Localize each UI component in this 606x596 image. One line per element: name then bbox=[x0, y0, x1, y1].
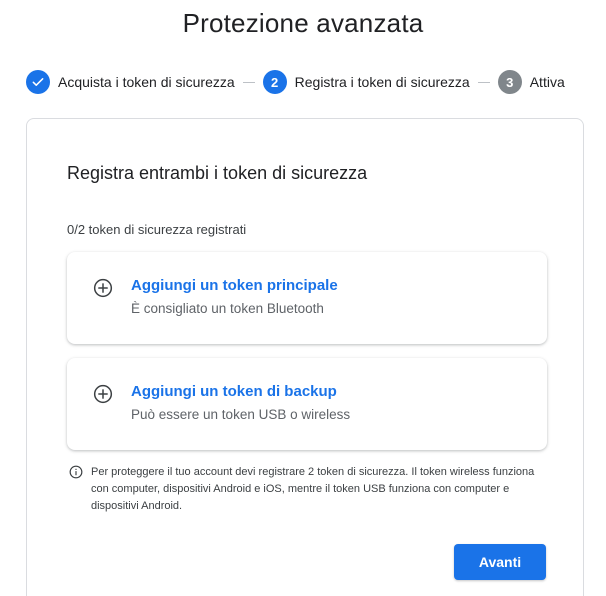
note-text: Per proteggere il tuo account devi regis… bbox=[91, 466, 535, 512]
step-purchase: Acquista i token di sicurezza bbox=[26, 70, 235, 94]
add-primary-token-button[interactable]: Aggiungi un token principale È consiglia… bbox=[67, 252, 547, 344]
step-divider bbox=[477, 81, 490, 83]
stepper: Acquista i token di sicurezza 2 Registra… bbox=[26, 69, 565, 95]
next-button[interactable]: Avanti bbox=[454, 544, 546, 580]
register-card: Registra entrambi i token di sicurezza 0… bbox=[26, 118, 584, 596]
add-circle-icon bbox=[93, 384, 113, 404]
step-divider bbox=[242, 81, 255, 83]
add-backup-token-button[interactable]: Aggiungi un token di backup Può essere u… bbox=[67, 358, 547, 450]
check-icon bbox=[26, 70, 50, 94]
step-number: 2 bbox=[262, 70, 287, 94]
add-circle-icon bbox=[93, 278, 113, 298]
step-label: Registra i token di sicurezza bbox=[294, 74, 470, 90]
step-register: 2 Registra i token di sicurezza bbox=[262, 70, 470, 94]
step-label: Acquista i token di sicurezza bbox=[58, 74, 235, 90]
step-number: 3 bbox=[497, 70, 522, 94]
option-title: Aggiungi un token di backup bbox=[131, 383, 337, 400]
info-icon bbox=[69, 465, 83, 479]
page-title: Protezione avanzata bbox=[182, 8, 424, 38]
option-subtitle: Può essere un token USB o wireless bbox=[131, 407, 351, 422]
option-subtitle: È consigliato un token Bluetooth bbox=[131, 301, 324, 316]
step-activate: 3 Attiva bbox=[497, 70, 565, 94]
registered-count: 0/2 token di sicurezza registrati bbox=[67, 222, 247, 237]
option-title: Aggiungi un token principale bbox=[131, 277, 338, 294]
info-note: Per proteggere il tuo account devi regis… bbox=[69, 464, 549, 515]
card-heading: Registra entrambi i token di sicurezza bbox=[67, 163, 368, 183]
step-label: Attiva bbox=[529, 74, 565, 90]
page: Protezione avanzata Acquista i token di … bbox=[0, 0, 606, 596]
